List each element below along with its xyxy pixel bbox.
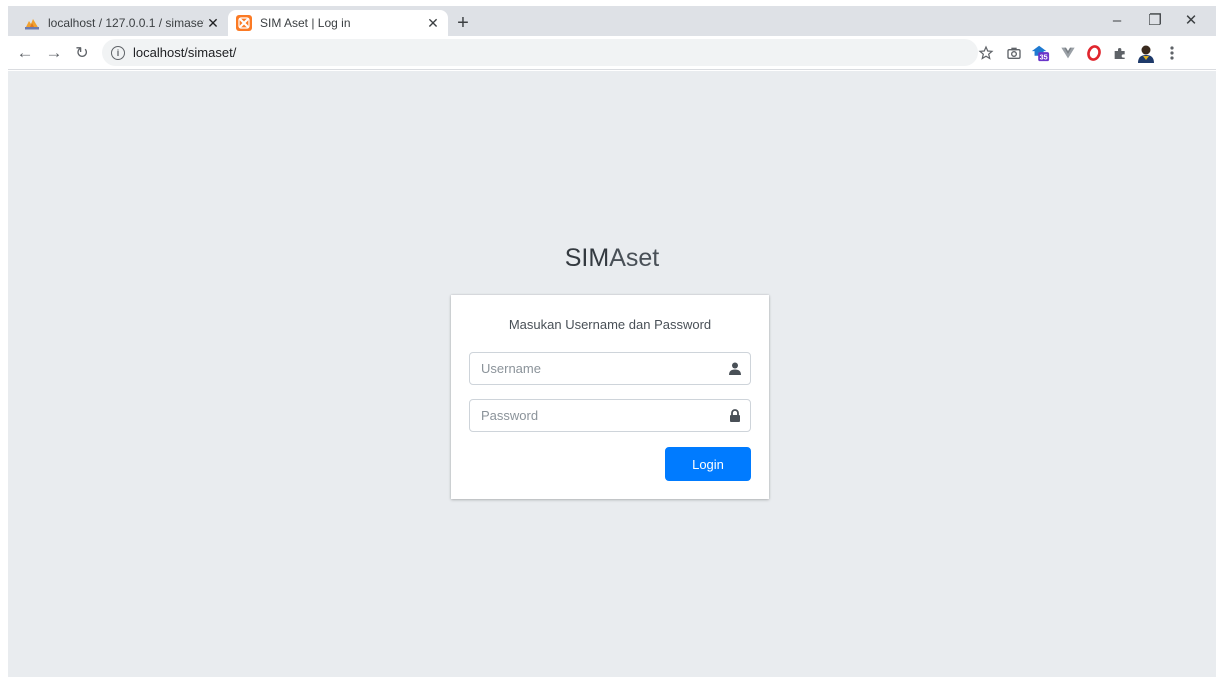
forward-icon[interactable]: →	[43, 42, 65, 64]
menu-kebab-icon[interactable]	[1162, 43, 1182, 63]
url-text[interactable]: localhost/simaset/	[133, 45, 236, 60]
back-icon[interactable]: ←	[14, 42, 36, 64]
phpmyadmin-favicon-icon	[24, 15, 40, 31]
login-box-message: Masukan Username dan Password	[508, 317, 712, 332]
username-field[interactable]	[469, 352, 751, 385]
window-close-icon[interactable]: ✕	[1174, 6, 1208, 34]
password-field[interactable]	[469, 399, 751, 432]
extension-badge-count: 35	[1040, 52, 1048, 61]
address-bar[interactable]: i localhost/simaset/	[102, 39, 978, 66]
user-icon	[720, 353, 750, 384]
minimize-icon[interactable]: –	[1100, 6, 1134, 34]
logo-bold-text: SIM	[564, 244, 610, 272]
restore-icon[interactable]: ❐	[1138, 6, 1172, 34]
page-background: SIMAset Masukan Username dan Password Lo…	[8, 71, 1216, 677]
profile-avatar[interactable]	[1136, 43, 1156, 63]
tab-strip: localhost / 127.0.0.1 / simaset | p ✕ SI…	[8, 6, 1216, 36]
browser-toolbar: ← → ↻ i localhost/simaset/ 35	[8, 36, 1216, 70]
opera-extension-icon[interactable]	[1084, 43, 1104, 63]
vue-devtools-icon[interactable]	[1058, 43, 1078, 63]
tab-close-icon[interactable]: ✕	[424, 14, 442, 32]
username-input[interactable]	[470, 353, 720, 384]
tab-title: SIM Aset | Log in	[260, 16, 351, 30]
reload-icon[interactable]: ↻	[71, 42, 93, 64]
camera-extension-icon[interactable]	[1004, 43, 1024, 63]
tab-close-icon[interactable]: ✕	[204, 14, 222, 32]
xampp-favicon-icon	[236, 15, 252, 31]
site-info-icon[interactable]: i	[111, 45, 125, 60]
new-tab-button[interactable]: +	[452, 12, 474, 34]
logo-light-text: Aset	[609, 244, 660, 272]
bookmark-star-icon[interactable]	[976, 43, 996, 63]
login-card: Masukan Username dan Password Login	[451, 295, 769, 499]
lock-icon	[720, 400, 750, 431]
tab-title: localhost / 127.0.0.1 / simaset | p	[48, 16, 204, 30]
tab-sim-aset[interactable]: SIM Aset | Log in ✕	[228, 10, 448, 36]
extension-badge-icon[interactable]: 35	[1030, 43, 1050, 63]
extensions-puzzle-icon[interactable]	[1110, 43, 1130, 63]
tab-phpmyadmin[interactable]: localhost / 127.0.0.1 / simaset | p ✕	[16, 10, 228, 36]
app-logo[interactable]: SIMAset	[8, 244, 1216, 273]
login-button[interactable]: Login	[665, 447, 751, 481]
password-input[interactable]	[470, 400, 720, 431]
